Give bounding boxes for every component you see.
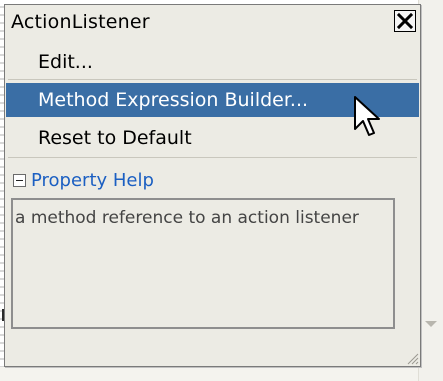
edit-menu-item[interactable]: Edit... xyxy=(21,49,419,79)
menu-separator xyxy=(8,157,417,158)
method-expression-builder-menu-item[interactable]: Method Expression Builder... xyxy=(6,83,419,117)
background-window-bottom xyxy=(0,367,419,381)
scroll-down-arrow-icon[interactable] xyxy=(425,321,437,327)
reset-to-default-menu-item[interactable]: Reset to Default xyxy=(6,121,419,155)
collapse-minus-icon[interactable] xyxy=(13,173,26,187)
property-help-header[interactable]: Property Help xyxy=(11,169,154,191)
menu-separator xyxy=(8,79,417,80)
property-help-title[interactable]: Property Help xyxy=(31,170,154,191)
resize-grip-icon[interactable] xyxy=(405,351,419,365)
property-help-text: a method reference to an action listener xyxy=(11,198,395,329)
close-button[interactable] xyxy=(394,10,416,32)
close-icon xyxy=(396,12,414,30)
popup-title: ActionListener xyxy=(11,11,150,33)
popup-titlebar: ActionListener xyxy=(5,5,420,43)
screen: ActionListener Edit... Method Expression… xyxy=(0,0,443,381)
property-popup: ActionListener Edit... Method Expression… xyxy=(4,4,421,367)
background-scrollbar[interactable] xyxy=(418,0,443,381)
